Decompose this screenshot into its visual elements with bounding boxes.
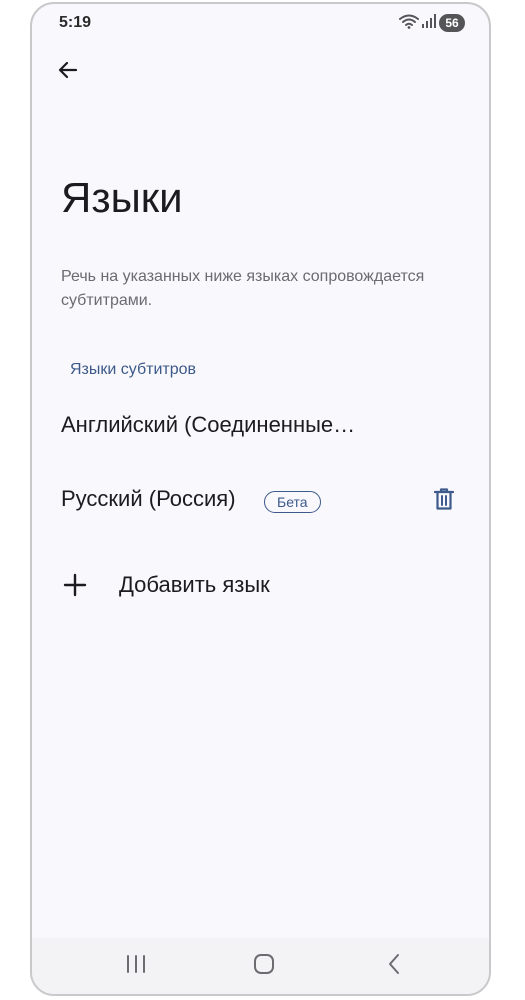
plus-icon — [62, 572, 88, 598]
recents-button[interactable] — [122, 952, 150, 980]
wifi-icon — [399, 13, 419, 34]
add-language-button[interactable]: Добавить язык — [32, 558, 489, 614]
add-language-label: Добавить язык — [119, 572, 270, 597]
recents-icon — [125, 954, 147, 978]
home-button[interactable] — [250, 952, 278, 980]
arrow-left-icon — [56, 58, 80, 87]
signal-icon — [422, 13, 436, 33]
status-time: 5:19 — [59, 14, 92, 31]
status-icons: 56 — [399, 13, 465, 33]
language-item-english[interactable]: Английский (Соединенные… — [32, 398, 489, 454]
navigation-bar — [32, 938, 489, 994]
delete-language-button[interactable] — [429, 486, 459, 516]
beta-badge: Бета — [264, 491, 321, 513]
language-item-russian[interactable]: Русский (Россия) Бета — [32, 472, 489, 528]
battery-icon: 56 — [439, 14, 465, 32]
battery-level: 56 — [445, 16, 459, 30]
status-bar: 5:19 56 — [32, 4, 489, 42]
system-back-button[interactable] — [380, 952, 408, 980]
page-title: Языки — [61, 174, 183, 221]
back-button[interactable] — [52, 56, 84, 88]
language-label: Русский (Россия) — [61, 486, 236, 511]
page-description: Речь на указанных ниже языках сопровожда… — [61, 268, 425, 309]
trash-icon — [433, 487, 455, 516]
chevron-left-icon — [386, 953, 402, 980]
phone-screen: 5:19 56 Языки Речь на указанных ниже язы… — [30, 2, 491, 996]
language-label: Английский (Соединенные… — [61, 412, 356, 437]
home-icon — [253, 953, 275, 980]
section-header-subtitle-languages: Языки субтитров — [70, 361, 197, 378]
